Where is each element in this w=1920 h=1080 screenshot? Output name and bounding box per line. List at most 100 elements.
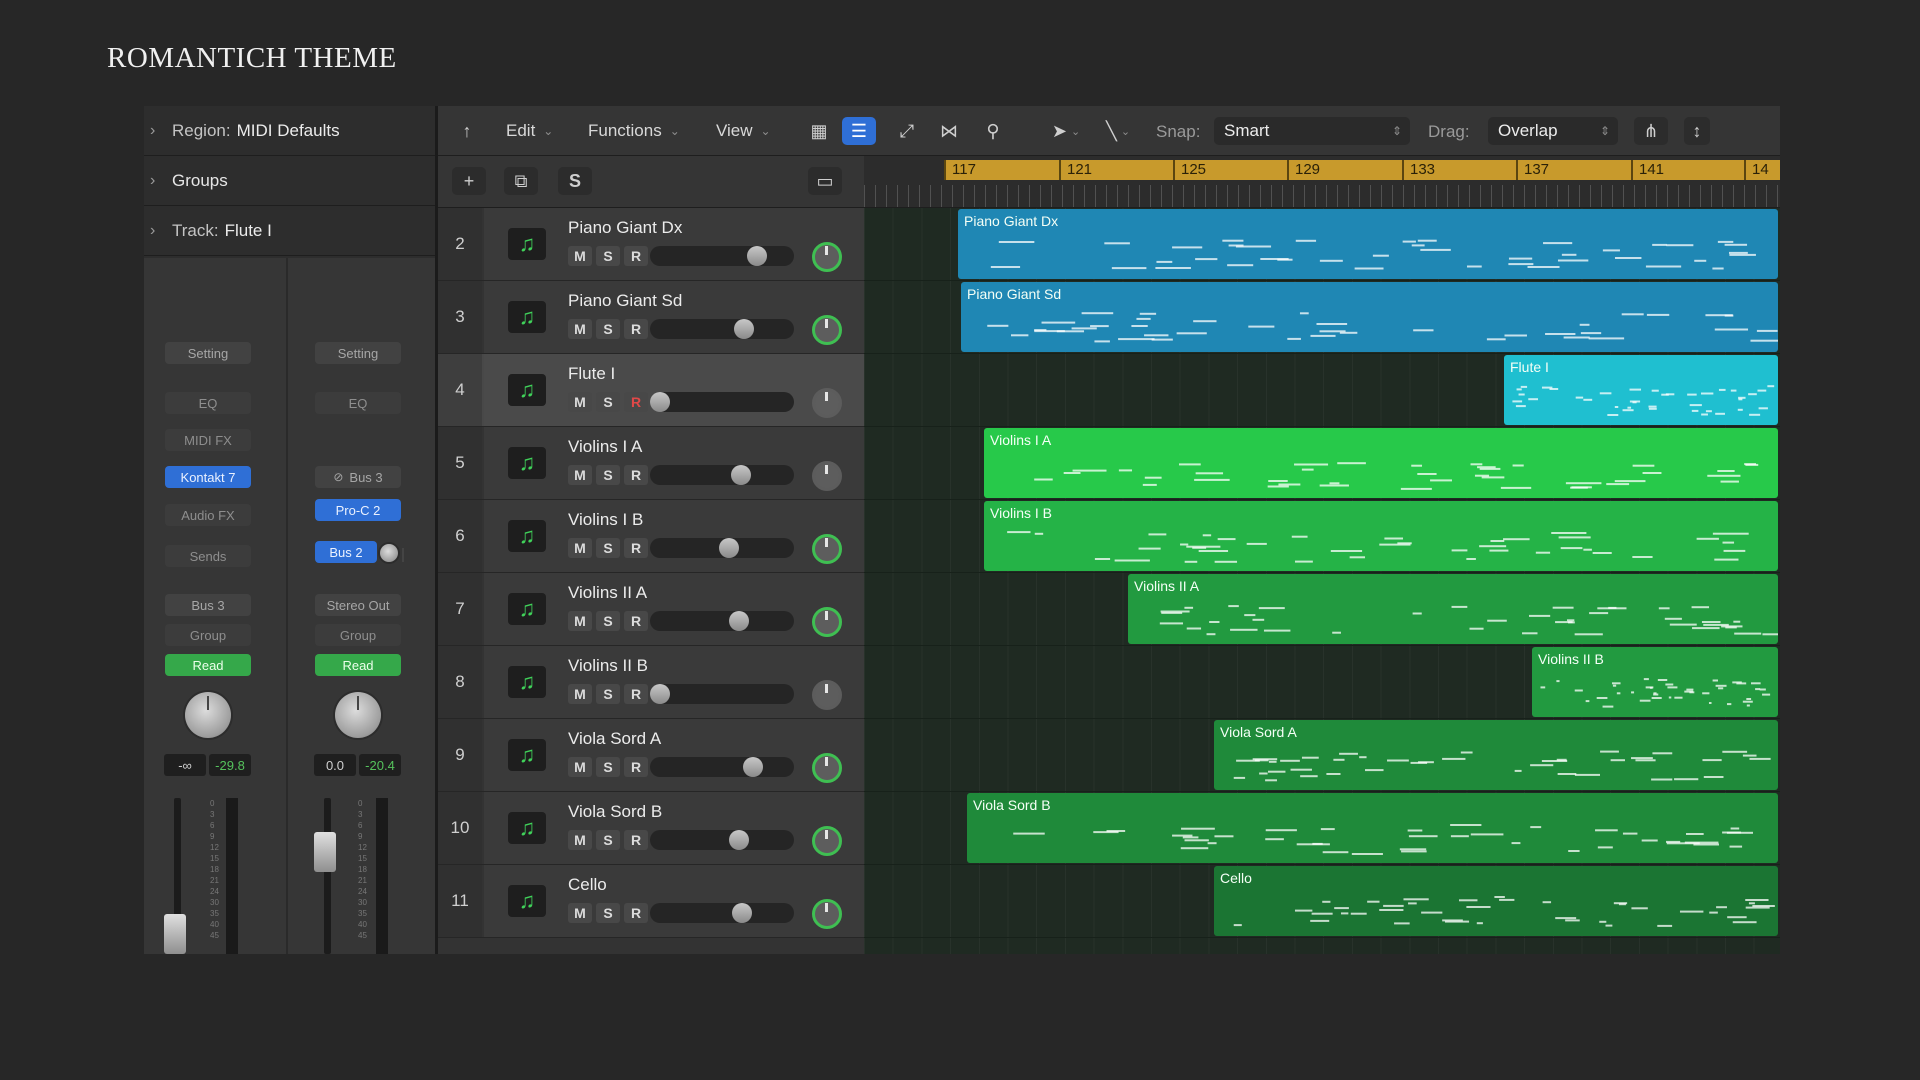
midi-region[interactable]: Violins II B (1532, 647, 1778, 717)
track-header-body[interactable]: ♫ Cello M S R (484, 865, 864, 937)
back-arrow-icon[interactable]: ↑ (450, 117, 484, 145)
track-lane[interactable]: Flute I (864, 354, 1780, 427)
track-name[interactable]: Violins I B (568, 510, 643, 530)
volume-slider-handle[interactable] (743, 757, 763, 777)
midi-region[interactable]: Piano Giant Sd (961, 282, 1778, 352)
record-enable-button[interactable]: R (624, 246, 648, 266)
crossfade-icon[interactable]: ⋈ (932, 117, 966, 145)
track-name[interactable]: Violins I A (568, 437, 642, 457)
track-header-body[interactable]: ♫ Piano Giant Dx M S R (484, 208, 864, 280)
volume-slider[interactable] (650, 392, 794, 412)
volume-slider[interactable] (650, 246, 794, 266)
track-header[interactable]: 4 ♫ Flute I M S R (438, 354, 864, 427)
automation-mode-button[interactable]: Read (165, 654, 251, 676)
pan-knob[interactable] (812, 534, 842, 564)
fader-handle[interactable] (164, 914, 186, 954)
pan-knob[interactable] (812, 607, 842, 637)
global-solo-button[interactable]: S (558, 167, 592, 195)
solo-button[interactable]: S (596, 684, 620, 704)
pan-knob[interactable] (335, 692, 381, 738)
mute-button[interactable]: M (568, 246, 592, 266)
automation-mode-button[interactable]: Read (315, 654, 401, 676)
record-enable-button[interactable]: R (624, 684, 648, 704)
track-name[interactable]: Flute I (568, 364, 615, 384)
eq-button[interactable]: EQ (315, 392, 401, 414)
volume-slider-handle[interactable] (650, 684, 670, 704)
solo-button[interactable]: S (596, 246, 620, 266)
solo-button[interactable]: S (596, 830, 620, 850)
track-header[interactable]: 8 ♫ Violins II B M S R (438, 646, 864, 719)
midi-region[interactable]: Viola Sord B (967, 793, 1778, 863)
track-header-body[interactable]: ♫ Violins II B M S R (484, 646, 864, 718)
track-header-body[interactable]: ♫ Violins II A M S R (484, 573, 864, 645)
send-slot[interactable]: Bus 2 (315, 541, 377, 563)
mute-button[interactable]: M (568, 903, 592, 923)
pan-knob[interactable] (812, 461, 842, 491)
list-view-icon[interactable]: ☰ (842, 117, 876, 145)
grid-view-icon[interactable]: ▦ (802, 117, 836, 145)
drag-select[interactable]: Overlap ⇕ (1488, 117, 1618, 145)
region-inspector-row[interactable]: › Region: MIDI Defaults (144, 106, 435, 156)
track-header[interactable]: 6 ♫ Violins I B M S R (438, 500, 864, 573)
groups-inspector-row[interactable]: › Groups (144, 156, 435, 206)
midi-region[interactable]: Cello (1214, 866, 1778, 936)
mute-button[interactable]: M (568, 392, 592, 412)
volume-slider[interactable] (650, 903, 794, 923)
mute-button[interactable]: M (568, 757, 592, 777)
volume-slider[interactable] (650, 611, 794, 631)
pencil-tool-icon[interactable]: ╲ ⌄ (1096, 117, 1140, 145)
edit-menu[interactable]: Edit ⌄ (494, 116, 565, 146)
record-enable-button[interactable]: R (624, 392, 648, 412)
group-button[interactable]: Group (165, 624, 251, 646)
pan-knob[interactable] (812, 899, 842, 929)
track-lane[interactable]: Viola Sord A (864, 719, 1780, 792)
track-lane[interactable]: Violins II B (864, 646, 1780, 719)
setting-button[interactable]: Setting (165, 342, 251, 364)
volume-slider[interactable] (650, 830, 794, 850)
track-header[interactable]: 5 ♫ Violins I A M S R (438, 427, 864, 500)
global-tracks-icon[interactable]: ▭ (808, 167, 842, 195)
record-enable-button[interactable]: R (624, 611, 648, 631)
view-menu[interactable]: View ⌄ (704, 116, 783, 146)
chevron-right-icon[interactable]: › (150, 222, 172, 240)
track-header-body[interactable]: ♫ Flute I M S R (484, 354, 864, 426)
pan-knob[interactable] (812, 315, 842, 345)
track-header-body[interactable]: ♫ Violins I A M S R (484, 427, 864, 499)
track-lane[interactable]: Cello (864, 865, 1780, 938)
track-inspector-row[interactable]: › Track: Flute I (144, 206, 435, 256)
volume-slider-handle[interactable] (650, 392, 670, 412)
pan-knob[interactable] (185, 692, 231, 738)
track-header[interactable]: 3 ♫ Piano Giant Sd M S R (438, 281, 864, 354)
midi-region[interactable]: Piano Giant Dx (958, 209, 1778, 279)
mute-button[interactable]: M (568, 684, 592, 704)
mute-button[interactable]: M (568, 611, 592, 631)
volume-slider[interactable] (650, 465, 794, 485)
catch-icon[interactable]: ⤢ (890, 117, 924, 145)
instrument-slot[interactable]: Kontakt 7 (165, 466, 251, 488)
audio-fx-slot[interactable]: Audio FX (165, 504, 251, 526)
pan-knob[interactable] (812, 826, 842, 856)
volume-slider-handle[interactable] (734, 319, 754, 339)
fader-handle[interactable] (314, 832, 336, 872)
record-enable-button[interactable]: R (624, 757, 648, 777)
track-header[interactable]: 2 ♫ Piano Giant Dx M S R (438, 208, 864, 281)
track-name[interactable]: Viola Sord B (568, 802, 662, 822)
record-enable-button[interactable]: R (624, 538, 648, 558)
bar-ruler[interactable]: 117 121 125 129 133 137 141 14 (864, 156, 1780, 208)
volume-slider-handle[interactable] (729, 830, 749, 850)
track-lane[interactable]: Violins I B (864, 500, 1780, 573)
track-header-body[interactable]: ♫ Piano Giant Sd M S R (484, 281, 864, 353)
solo-button[interactable]: S (596, 465, 620, 485)
mute-button[interactable]: M (568, 830, 592, 850)
volume-slider-handle[interactable] (719, 538, 739, 558)
group-button[interactable]: Group (315, 624, 401, 646)
track-header[interactable]: 9 ♫ Viola Sord A M S R (438, 719, 864, 792)
track-lane[interactable]: Piano Giant Dx (864, 208, 1780, 281)
solo-button[interactable]: S (596, 757, 620, 777)
sends-slot[interactable]: Sends (165, 545, 251, 567)
plugin-slot[interactable]: Pro-C 2 (315, 499, 401, 521)
pan-knob[interactable] (812, 680, 842, 710)
volume-slider[interactable] (650, 319, 794, 339)
track-header-body[interactable]: ♫ Violins I B M S R (484, 500, 864, 572)
track-header[interactable]: 7 ♫ Violins II A M S R (438, 573, 864, 646)
